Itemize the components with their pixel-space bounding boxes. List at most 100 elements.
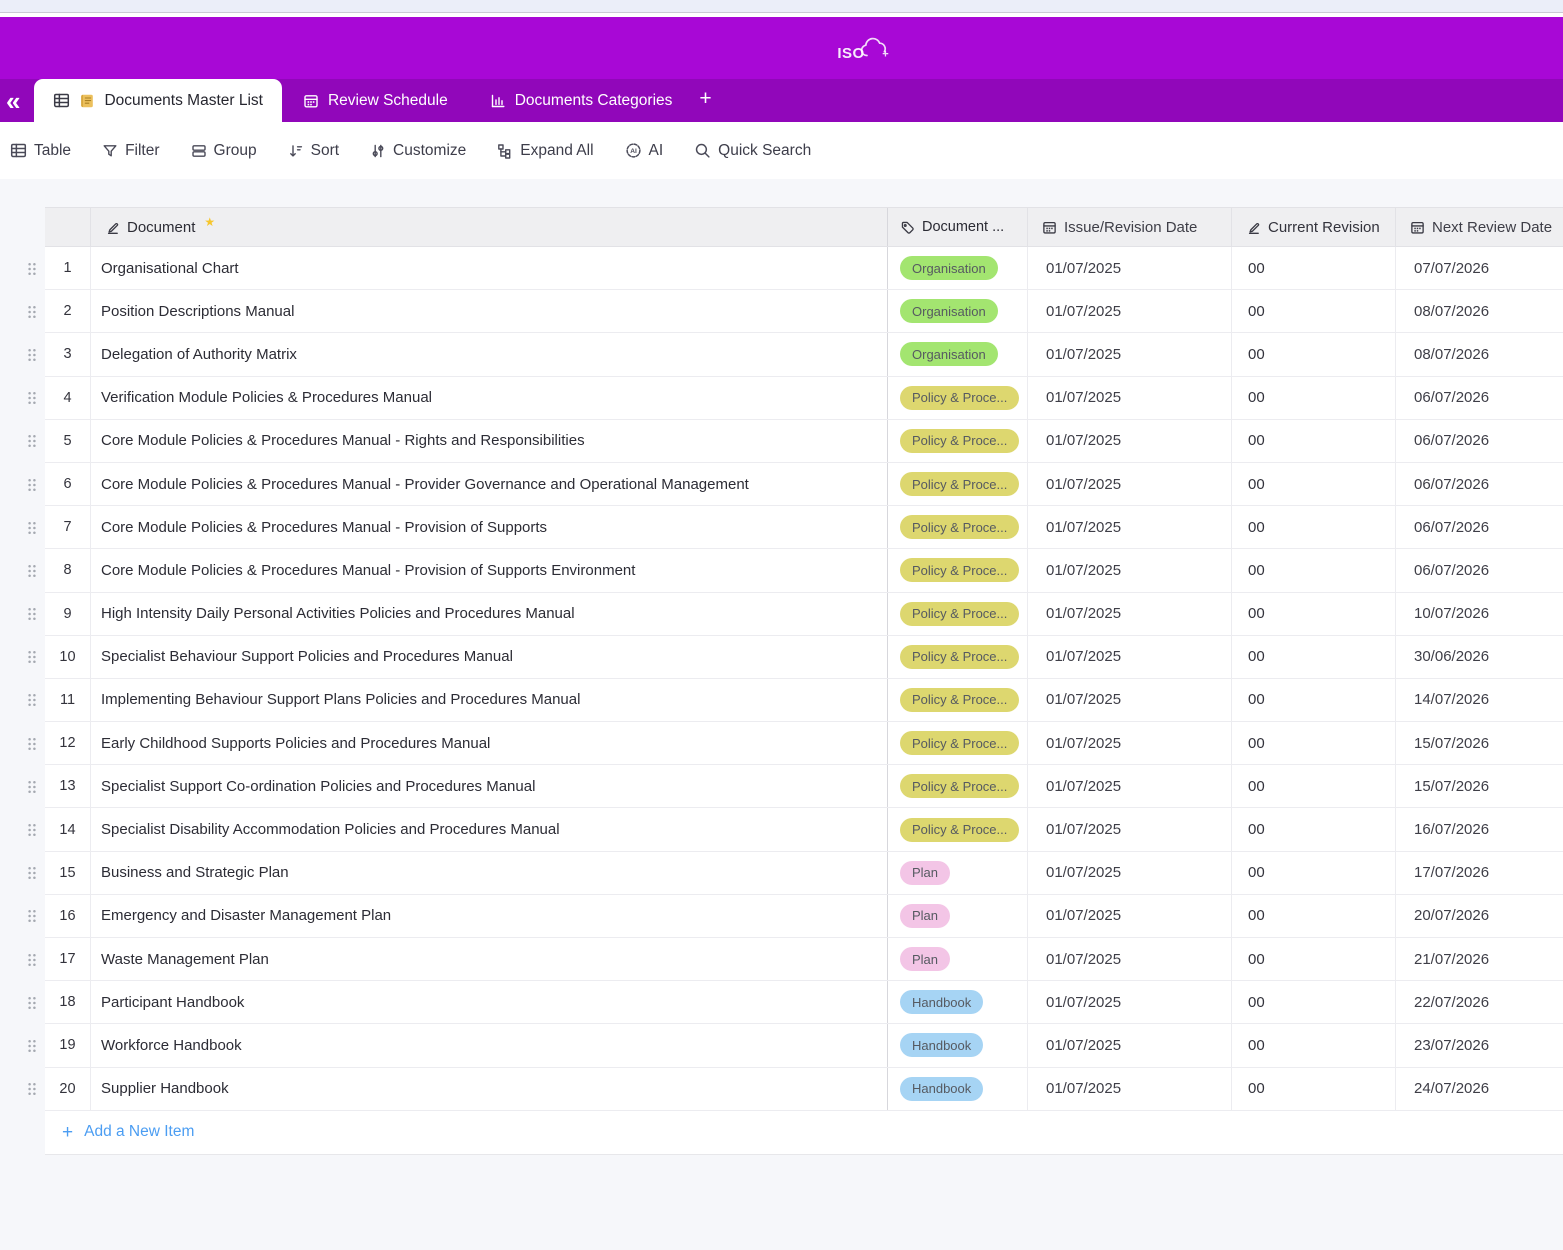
document-name-cell[interactable]: Core Module Policies & Procedures Manual… xyxy=(91,420,888,462)
issue-revision-date-cell[interactable]: 01/07/2025 xyxy=(1028,463,1232,505)
issue-revision-date-cell[interactable]: 01/07/2025 xyxy=(1028,290,1232,332)
current-revision-cell[interactable]: 00 xyxy=(1232,679,1396,721)
next-review-date-cell[interactable]: 22/07/2026 xyxy=(1396,981,1563,1023)
document-name-cell[interactable]: Supplier Handbook xyxy=(91,1068,888,1110)
issue-revision-date-cell[interactable]: 01/07/2025 xyxy=(1028,593,1232,635)
document-name-cell[interactable]: Business and Strategic Plan xyxy=(91,852,888,894)
document-category-cell[interactable]: Policy & Proce... xyxy=(888,808,1028,850)
current-revision-cell[interactable]: 00 xyxy=(1232,463,1396,505)
drag-handle-icon[interactable] xyxy=(26,822,38,838)
row-number[interactable]: 3 xyxy=(45,333,91,375)
document-name-cell[interactable]: Waste Management Plan xyxy=(91,938,888,980)
column-header-current-revision[interactable]: Current Revision xyxy=(1232,208,1396,246)
next-review-date-cell[interactable]: 10/07/2026 xyxy=(1396,593,1563,635)
column-header-next-review-date[interactable]: Next Review Date xyxy=(1396,208,1563,246)
next-review-date-cell[interactable]: 17/07/2026 xyxy=(1396,852,1563,894)
issue-revision-date-cell[interactable]: 01/07/2025 xyxy=(1028,377,1232,419)
drag-handle-icon[interactable] xyxy=(26,1038,38,1054)
document-category-cell[interactable]: Plan xyxy=(888,895,1028,937)
row-number[interactable]: 9 xyxy=(45,593,91,635)
current-revision-cell[interactable]: 00 xyxy=(1232,636,1396,678)
toolbar-customize-button[interactable]: Customize xyxy=(370,142,466,160)
toolbar-quick-search-button[interactable]: Quick Search xyxy=(694,142,811,160)
next-review-date-cell[interactable]: 07/07/2026 xyxy=(1396,247,1563,289)
row-number[interactable]: 19 xyxy=(45,1024,91,1066)
next-review-date-cell[interactable]: 06/07/2026 xyxy=(1396,463,1563,505)
drag-handle-icon[interactable] xyxy=(26,779,38,795)
row-number[interactable]: 17 xyxy=(45,938,91,980)
add-new-item-row[interactable]: + Add a New Item xyxy=(0,1111,1563,1155)
next-review-date-cell[interactable]: 15/07/2026 xyxy=(1396,722,1563,764)
document-name-cell[interactable]: Workforce Handbook xyxy=(91,1024,888,1066)
document-category-cell[interactable]: Policy & Proce... xyxy=(888,593,1028,635)
tab-review-schedule[interactable]: Review Schedule xyxy=(282,79,469,122)
issue-revision-date-cell[interactable]: 01/07/2025 xyxy=(1028,636,1232,678)
document-name-cell[interactable]: Specialist Disability Accommodation Poli… xyxy=(91,808,888,850)
next-review-date-cell[interactable]: 15/07/2026 xyxy=(1396,765,1563,807)
document-name-cell[interactable]: Implementing Behaviour Support Plans Pol… xyxy=(91,679,888,721)
row-number[interactable]: 16 xyxy=(45,895,91,937)
current-revision-cell[interactable]: 00 xyxy=(1232,593,1396,635)
drag-handle-icon[interactable] xyxy=(26,649,38,665)
next-review-date-cell[interactable]: 06/07/2026 xyxy=(1396,377,1563,419)
next-review-date-cell[interactable]: 14/07/2026 xyxy=(1396,679,1563,721)
current-revision-cell[interactable]: 00 xyxy=(1232,895,1396,937)
toolbar-filter-button[interactable]: Filter xyxy=(102,142,159,160)
document-name-cell[interactable]: Emergency and Disaster Management Plan xyxy=(91,895,888,937)
next-review-date-cell[interactable]: 08/07/2026 xyxy=(1396,333,1563,375)
toolbar-expand-all-button[interactable]: Expand All xyxy=(497,142,593,160)
document-category-cell[interactable]: Organisation xyxy=(888,290,1028,332)
drag-handle-icon[interactable] xyxy=(26,433,38,449)
issue-revision-date-cell[interactable]: 01/07/2025 xyxy=(1028,981,1232,1023)
current-revision-cell[interactable]: 00 xyxy=(1232,765,1396,807)
issue-revision-date-cell[interactable]: 01/07/2025 xyxy=(1028,722,1232,764)
issue-revision-date-cell[interactable]: 01/07/2025 xyxy=(1028,333,1232,375)
current-revision-cell[interactable]: 00 xyxy=(1232,377,1396,419)
document-name-cell[interactable]: Participant Handbook xyxy=(91,981,888,1023)
toolbar-sort-button[interactable]: Sort xyxy=(288,142,339,160)
issue-revision-date-cell[interactable]: 01/07/2025 xyxy=(1028,1024,1232,1066)
toolbar-table-button[interactable]: Table xyxy=(10,142,71,160)
issue-revision-date-cell[interactable]: 01/07/2025 xyxy=(1028,506,1232,548)
issue-revision-date-cell[interactable]: 01/07/2025 xyxy=(1028,808,1232,850)
issue-revision-date-cell[interactable]: 01/07/2025 xyxy=(1028,247,1232,289)
document-category-cell[interactable]: Policy & Proce... xyxy=(888,722,1028,764)
row-number[interactable]: 12 xyxy=(45,722,91,764)
document-category-cell[interactable]: Policy & Proce... xyxy=(888,420,1028,462)
document-category-cell[interactable]: Organisation xyxy=(888,247,1028,289)
toolbar-group-button[interactable]: Group xyxy=(191,142,257,160)
issue-revision-date-cell[interactable]: 01/07/2025 xyxy=(1028,549,1232,591)
row-number[interactable]: 7 xyxy=(45,506,91,548)
document-category-cell[interactable]: Policy & Proce... xyxy=(888,377,1028,419)
issue-revision-date-cell[interactable]: 01/07/2025 xyxy=(1028,895,1232,937)
next-review-date-cell[interactable]: 06/07/2026 xyxy=(1396,420,1563,462)
next-review-date-cell[interactable]: 20/07/2026 xyxy=(1396,895,1563,937)
current-revision-cell[interactable]: 00 xyxy=(1232,333,1396,375)
next-review-date-cell[interactable]: 24/07/2026 xyxy=(1396,1068,1563,1110)
drag-handle-icon[interactable] xyxy=(26,1081,38,1097)
drag-handle-icon[interactable] xyxy=(26,304,38,320)
current-revision-cell[interactable]: 00 xyxy=(1232,1024,1396,1066)
current-revision-cell[interactable]: 00 xyxy=(1232,506,1396,548)
document-category-cell[interactable]: Plan xyxy=(888,852,1028,894)
row-number[interactable]: 1 xyxy=(45,247,91,289)
tab-documents-master-list[interactable]: Documents Master List xyxy=(34,79,282,122)
row-number[interactable]: 8 xyxy=(45,549,91,591)
document-name-cell[interactable]: Specialist Support Co-ordination Policie… xyxy=(91,765,888,807)
document-name-cell[interactable]: Core Module Policies & Procedures Manual… xyxy=(91,463,888,505)
drag-handle-icon[interactable] xyxy=(26,520,38,536)
document-category-cell[interactable]: Plan xyxy=(888,938,1028,980)
drag-handle-icon[interactable] xyxy=(26,736,38,752)
current-revision-cell[interactable]: 00 xyxy=(1232,981,1396,1023)
document-category-cell[interactable]: Organisation xyxy=(888,333,1028,375)
document-category-cell[interactable]: Handbook xyxy=(888,1024,1028,1066)
document-name-cell[interactable]: Organisational Chart xyxy=(91,247,888,289)
document-category-cell[interactable]: Policy & Proce... xyxy=(888,636,1028,678)
document-name-cell[interactable]: Specialist Behaviour Support Policies an… xyxy=(91,636,888,678)
drag-handle-icon[interactable] xyxy=(26,952,38,968)
row-number[interactable]: 13 xyxy=(45,765,91,807)
next-review-date-cell[interactable]: 06/07/2026 xyxy=(1396,549,1563,591)
document-category-cell[interactable]: Policy & Proce... xyxy=(888,463,1028,505)
document-name-cell[interactable]: Position Descriptions Manual xyxy=(91,290,888,332)
column-header-issue-revision-date[interactable]: Issue/Revision Date xyxy=(1028,208,1232,246)
